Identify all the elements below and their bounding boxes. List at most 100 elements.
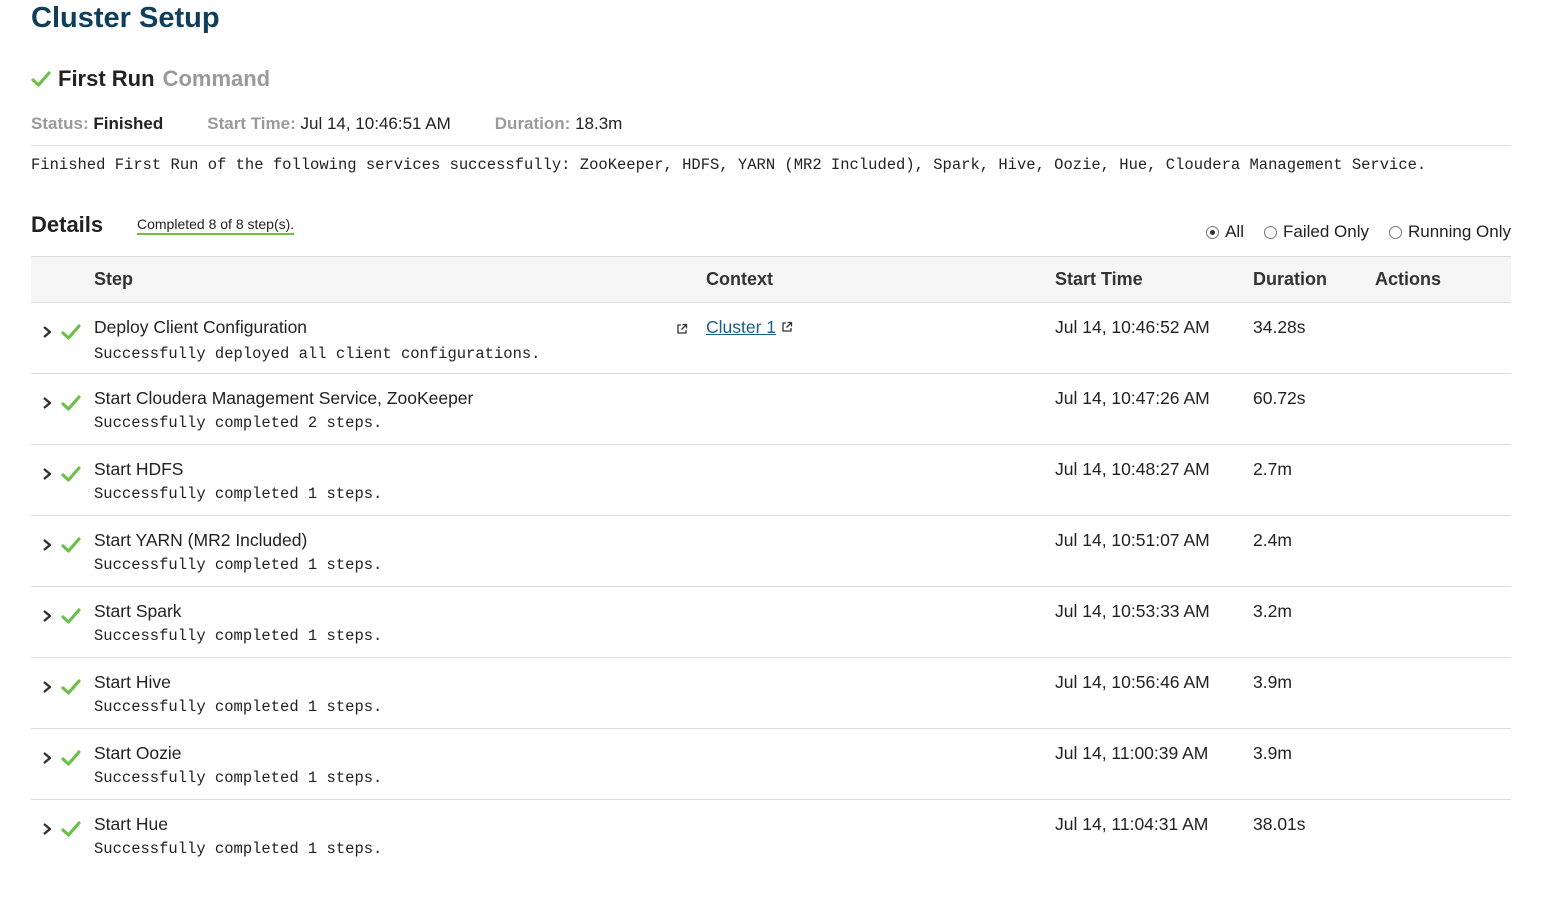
step-start-time: Jul 14, 10:46:52 AM — [1055, 317, 1210, 337]
filter-running-only[interactable]: Running Only — [1388, 222, 1511, 242]
chevron-right-icon[interactable] — [41, 394, 61, 415]
check-icon — [61, 536, 94, 559]
start-time-field: Start Time: Jul 14, 10:46:51 AM — [207, 114, 451, 136]
status-label: Status: — [31, 114, 89, 133]
step-duration: 38.01s — [1253, 814, 1306, 834]
step-start-time: Jul 14, 10:51:07 AM — [1055, 530, 1210, 550]
step-duration: 2.7m — [1253, 459, 1292, 479]
col-actions: Actions — [1375, 269, 1442, 289]
page-title: Cluster Setup — [31, 2, 220, 34]
filter-running-only-label: Running Only — [1407, 222, 1511, 241]
duration-value: 18.3m — [575, 114, 623, 133]
step-actions — [1375, 658, 1511, 729]
table-header-row: Step Context Start Time Duration Actions — [31, 256, 1511, 303]
table-row: Start Hive Successfully completed 1 step… — [31, 658, 1511, 729]
step-message: Successfully completed 1 steps. — [94, 769, 383, 787]
table-row: Start Hue Successfully completed 1 steps… — [31, 800, 1511, 871]
step-actions — [1375, 516, 1511, 587]
step-title: Start Cloudera Management Service, ZooKe… — [94, 388, 474, 408]
step-message: Successfully completed 1 steps. — [94, 485, 383, 503]
step-message: Successfully completed 1 steps. — [94, 840, 383, 858]
table-row: Start Spark Successfully completed 1 ste… — [31, 587, 1511, 658]
details-title: Details — [31, 212, 104, 237]
command-header: First Run Command — [31, 64, 1511, 94]
filter-failed-only-label: Failed Only — [1283, 222, 1369, 241]
external-link-icon[interactable] — [676, 319, 688, 339]
check-icon — [61, 820, 94, 843]
step-message: Successfully completed 1 steps. — [94, 556, 383, 574]
step-duration: 3.9m — [1253, 743, 1292, 763]
command-name: First Run — [58, 66, 155, 91]
step-start-time: Jul 14, 10:53:33 AM — [1055, 601, 1210, 621]
chevron-right-icon[interactable] — [41, 465, 61, 486]
step-actions — [1375, 729, 1511, 800]
step-duration: 2.4m — [1253, 530, 1292, 550]
table-row: Start HDFS Successfully completed 1 step… — [31, 445, 1511, 516]
table-row: Deploy Client Configuration Successfully… — [31, 303, 1511, 374]
radio-all[interactable] — [1206, 225, 1220, 239]
col-status — [61, 257, 94, 303]
context-link[interactable]: Cluster 1 — [706, 317, 776, 337]
external-link-icon[interactable] — [781, 317, 793, 337]
chevron-right-icon[interactable] — [41, 749, 61, 770]
radio-running-only[interactable] — [1388, 225, 1402, 239]
divider — [31, 145, 1511, 146]
result-message: Finished First Run of the following serv… — [31, 156, 1427, 174]
start-time-value: Jul 14, 10:46:51 AM — [300, 114, 451, 133]
radio-failed-only[interactable] — [1264, 225, 1277, 239]
col-duration: Duration — [1253, 269, 1327, 289]
step-actions — [1375, 587, 1511, 658]
chevron-right-icon[interactable] — [41, 820, 61, 841]
step-actions — [1375, 800, 1511, 871]
table-row: Start YARN (MR2 Included) Successfully c… — [31, 516, 1511, 587]
table-row: Start Cloudera Management Service, ZooKe… — [31, 374, 1511, 445]
start-time-label: Start Time: — [207, 114, 296, 133]
step-title: Start HDFS — [94, 459, 184, 479]
step-start-time: Jul 14, 10:48:27 AM — [1055, 459, 1210, 479]
chevron-right-icon[interactable] — [41, 607, 61, 628]
chevron-right-icon[interactable] — [41, 536, 61, 557]
step-actions — [1375, 445, 1511, 516]
step-start-time: Jul 14, 10:47:26 AM — [1055, 388, 1210, 408]
command-kind: Command — [162, 66, 271, 91]
step-duration: 3.2m — [1253, 601, 1292, 621]
chevron-right-icon[interactable] — [41, 323, 61, 344]
step-actions — [1375, 303, 1511, 374]
step-title: Start Spark — [94, 601, 182, 621]
step-message: Successfully deployed all client configu… — [94, 345, 541, 363]
chevron-right-icon[interactable] — [41, 678, 61, 699]
step-message: Successfully completed 2 steps. — [94, 414, 383, 432]
duration-field: Duration: 18.3m — [495, 114, 623, 136]
filter-all[interactable]: All — [1206, 222, 1244, 242]
step-duration: 34.28s — [1253, 317, 1306, 337]
duration-label: Duration: — [494, 114, 571, 133]
check-icon — [61, 749, 94, 772]
step-title: Start Hive — [94, 672, 171, 692]
check-icon — [61, 678, 94, 701]
step-title: Start YARN (MR2 Included) — [94, 530, 308, 550]
steps-table: Step Context Start Time Duration Actions… — [31, 256, 1511, 871]
step-duration: 3.9m — [1253, 672, 1292, 692]
filter-failed-only[interactable]: Failed Only — [1264, 222, 1369, 242]
step-message: Successfully completed 1 steps. — [94, 698, 383, 716]
step-start-time: Jul 14, 10:56:46 AM — [1055, 672, 1210, 692]
step-actions — [1375, 374, 1511, 445]
check-icon — [61, 323, 94, 346]
progress-summary[interactable]: Completed 8 of 8 step(s). — [137, 216, 295, 235]
steps-body: Deploy Client Configuration Successfully… — [31, 303, 1511, 871]
check-icon — [61, 394, 94, 417]
check-icon — [61, 607, 94, 630]
status-value: Finished — [93, 114, 164, 133]
check-icon — [61, 465, 94, 488]
col-expand — [31, 257, 61, 303]
status-field: Status: Finished — [31, 114, 163, 136]
check-icon — [31, 69, 51, 89]
command-details-page: Cluster Setup First Run Command Status: … — [31, 0, 1511, 871]
step-start-time: Jul 14, 11:04:31 AM — [1055, 814, 1209, 834]
step-duration: 60.72s — [1253, 388, 1306, 408]
step-message: Successfully completed 1 steps. — [94, 627, 383, 645]
col-step: Step — [94, 269, 134, 289]
step-title: Deploy Client Configuration — [94, 317, 308, 337]
table-row: Start Oozie Successfully completed 1 ste… — [31, 729, 1511, 800]
step-title: Start Hue — [94, 814, 168, 834]
